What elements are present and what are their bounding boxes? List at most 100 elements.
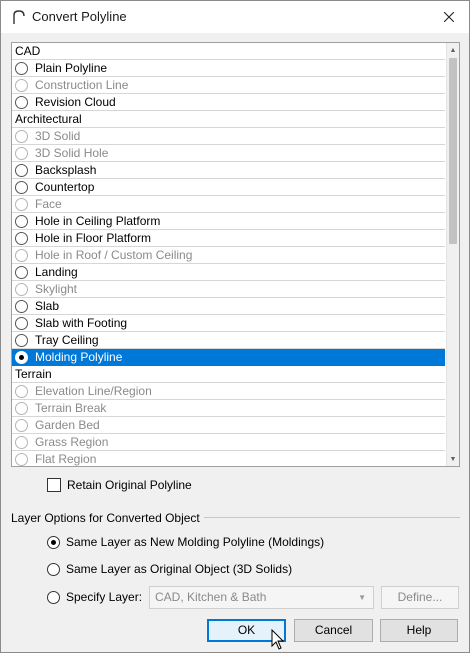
list-item-radio[interactable] [15, 79, 28, 92]
list-item-radio[interactable] [15, 96, 28, 109]
list-row-label: 3D Solid Hole [35, 146, 109, 160]
list-item[interactable]: Flat Region [12, 451, 445, 466]
list-item[interactable]: Molding Polyline [12, 349, 445, 366]
list-item-radio[interactable] [15, 283, 28, 296]
retain-original-checkbox-row[interactable]: Retain Original Polyline [47, 477, 192, 493]
list-item-radio[interactable] [15, 300, 28, 313]
scroll-thumb[interactable] [449, 58, 457, 244]
list-row-label: Terrain [15, 367, 52, 381]
list-item-radio[interactable] [15, 232, 28, 245]
cancel-button[interactable]: Cancel [294, 619, 373, 642]
list-row-label: Construction Line [35, 78, 129, 92]
list-category-header: Architectural [12, 111, 445, 128]
list-item-radio[interactable] [15, 249, 28, 262]
list-item-radio[interactable] [15, 351, 28, 364]
list-row-label: Face [35, 197, 62, 211]
option-specify-layer-label: Specify Layer: [66, 590, 143, 604]
layer-select-value: CAD, Kitchen & Bath [155, 590, 267, 604]
list-item-radio[interactable] [15, 62, 28, 75]
list-item[interactable]: Countertop [12, 179, 445, 196]
list-category-header: CAD [12, 43, 445, 60]
list-row-label: Elevation Line/Region [35, 384, 152, 398]
list-row-label: Revision Cloud [35, 95, 116, 109]
list-row-label: Garden Bed [35, 418, 100, 432]
list-item[interactable]: Skylight [12, 281, 445, 298]
close-button[interactable] [429, 1, 469, 33]
option-same-layer-original[interactable]: Same Layer as Original Object (3D Solids… [47, 561, 292, 577]
dropdown-arrow-icon: ▼ [358, 593, 366, 602]
list-row-label: Landing [35, 265, 78, 279]
retain-original-checkbox[interactable] [47, 478, 61, 492]
list-item[interactable]: Garden Bed [12, 417, 445, 434]
list-category-header: Terrain [12, 366, 445, 383]
list-row-label: Backsplash [35, 163, 97, 177]
list-item[interactable]: Hole in Ceiling Platform [12, 213, 445, 230]
list-row-label: 3D Solid [35, 129, 81, 143]
list-item[interactable]: Face [12, 196, 445, 213]
list-row-label: Grass Region [35, 435, 109, 449]
list-item[interactable]: Elevation Line/Region [12, 383, 445, 400]
list-item-radio[interactable] [15, 334, 28, 347]
option-specify-layer[interactable]: Specify Layer: [47, 589, 142, 605]
list-item[interactable]: Landing [12, 264, 445, 281]
list-item[interactable]: Tray Ceiling [12, 332, 445, 349]
polyline-type-list[interactable]: CAD Plain Polyline Construction Line Revisi… [11, 42, 460, 467]
list-row-label: CAD [15, 44, 41, 58]
title-bar: Convert Polyline [1, 1, 469, 33]
radio-specify-layer[interactable] [47, 590, 60, 604]
polyline-app-icon [13, 10, 25, 24]
list-item-radio[interactable] [15, 266, 28, 279]
list-item[interactable]: Slab with Footing [12, 315, 445, 332]
list-row-label: Hole in Ceiling Platform [35, 214, 161, 228]
scroll-up-arrow-icon[interactable]: ▲ [447, 43, 459, 57]
mouse-cursor-icon [271, 629, 285, 650]
list-item-radio[interactable] [15, 198, 28, 211]
scroll-down-arrow-icon[interactable]: ▼ [447, 452, 459, 466]
list-item-radio[interactable] [15, 130, 28, 143]
list-item-radio[interactable] [15, 385, 28, 398]
list-item-radio[interactable] [15, 147, 28, 160]
list-item[interactable]: Hole in Floor Platform [12, 230, 445, 247]
list-item[interactable]: Terrain Break [12, 400, 445, 417]
list-rows: CAD Plain Polyline Construction Line Revisi… [12, 43, 445, 466]
list-item[interactable]: Backsplash [12, 162, 445, 179]
list-item-radio[interactable] [15, 453, 28, 466]
list-row-label: Slab [35, 299, 60, 313]
list-item[interactable]: Plain Polyline [12, 60, 445, 77]
list-row-label: Terrain Break [35, 401, 107, 415]
list-row-label: Molding Polyline [35, 350, 123, 364]
group-divider [204, 517, 460, 518]
define-button[interactable]: Define... [381, 586, 459, 609]
list-item[interactable]: Hole in Roof / Custom Ceiling [12, 247, 445, 264]
list-item-radio[interactable] [15, 181, 28, 194]
list-item-radio[interactable] [15, 419, 28, 432]
list-item-radio[interactable] [15, 402, 28, 415]
list-item[interactable]: Revision Cloud [12, 94, 445, 111]
list-scrollbar[interactable]: ▲ ▼ [446, 43, 459, 466]
list-item[interactable]: 3D Solid [12, 128, 445, 145]
list-item-radio[interactable] [15, 317, 28, 330]
list-item[interactable]: 3D Solid Hole [12, 145, 445, 162]
layer-options-title: Layer Options for Converted Object [11, 511, 200, 525]
list-row-label: Hole in Floor Platform [35, 231, 152, 245]
list-row-label: Countertop [35, 180, 95, 194]
convert-polyline-dialog: Convert Polyline CAD Plain Polyline Constr… [0, 0, 470, 653]
list-item-radio[interactable] [15, 164, 28, 177]
list-item[interactable]: Construction Line [12, 77, 445, 94]
radio-same-layer-new[interactable] [47, 535, 60, 549]
list-row-label: Flat Region [35, 452, 97, 466]
list-item-radio[interactable] [15, 215, 28, 228]
list-item[interactable]: Grass Region [12, 434, 445, 451]
list-item-radio[interactable] [15, 436, 28, 449]
list-row-label: Architectural [15, 112, 82, 126]
option-same-layer-original-label: Same Layer as Original Object (3D Solids… [66, 562, 293, 576]
list-row-label: Slab with Footing [35, 316, 128, 330]
radio-same-layer-original[interactable] [47, 562, 60, 576]
help-button[interactable]: Help [380, 619, 458, 642]
list-row-label: Hole in Roof / Custom Ceiling [35, 248, 193, 262]
layer-select[interactable]: CAD, Kitchen & Bath ▼ [149, 586, 374, 609]
list-row-label: Tray Ceiling [35, 333, 99, 347]
list-item[interactable]: Slab [12, 298, 445, 315]
retain-original-label: Retain Original Polyline [67, 478, 192, 492]
option-same-layer-new[interactable]: Same Layer as New Molding Polyline (Mold… [47, 534, 324, 550]
